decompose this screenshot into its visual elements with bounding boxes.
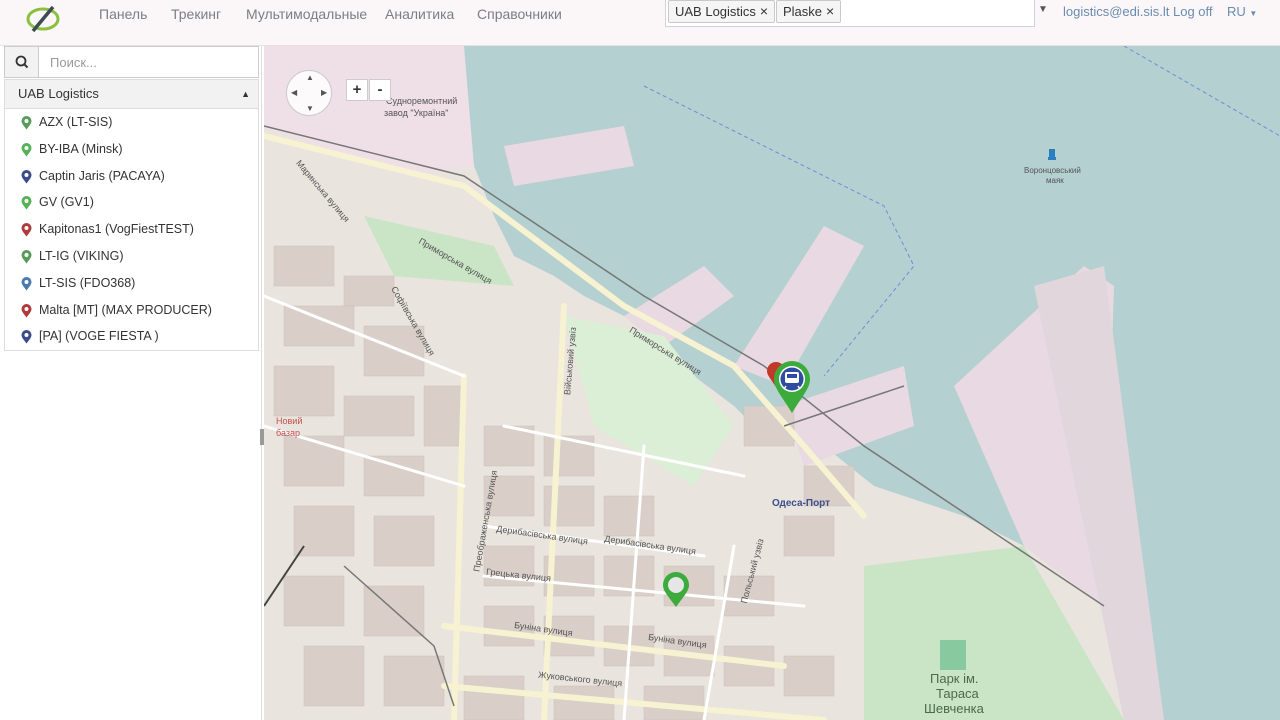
map-label: Парк ім.	[930, 671, 979, 686]
filter-tag: UAB Logistics ×	[668, 0, 776, 23]
nav-multimodal[interactable]: Мультимодальные	[246, 6, 367, 22]
remove-tag-icon[interactable]: ×	[760, 3, 768, 19]
sidebar: UAB Logistics ▲ AZX (LT-SIS) BY-IBA (Mins…	[0, 46, 264, 720]
map-view[interactable]: Судноремонтний завод "Україна" Воронцовс…	[264, 46, 1280, 720]
map-label: Судноремонтний	[386, 96, 458, 106]
map-label: Шевченка	[924, 701, 984, 716]
language-dropdown[interactable]: RU ▼	[1227, 4, 1257, 19]
vehicle-list-item[interactable]: Malta [MT] (MAX PRODUCER)	[5, 297, 258, 324]
pan-right-icon[interactable]: ▶	[321, 88, 327, 97]
search-button[interactable]	[5, 47, 39, 77]
vehicle-list: AZX (LT-SIS) BY-IBA (Minsk) Captin Jaris (…	[4, 109, 259, 352]
filter-tag-label: UAB Logistics	[675, 4, 756, 19]
search-icon	[15, 55, 29, 69]
filter-dropdown-icon[interactable]: ▼	[1038, 4, 1048, 15]
train-marker-icon[interactable]	[772, 360, 812, 414]
map-label: Воронцовський	[1024, 166, 1081, 175]
group-title: UAB Logistics	[18, 86, 99, 101]
pan-control[interactable]: ▲ ▼ ◀ ▶	[286, 70, 332, 116]
group-header[interactable]: UAB Logistics ▲	[4, 79, 259, 109]
map-label: Тараса	[936, 686, 979, 701]
chevron-down-icon: ▼	[1249, 9, 1258, 18]
zoom-in-button[interactable]: +	[346, 79, 368, 101]
search-input[interactable]	[40, 47, 258, 77]
map-label: завод "Україна"	[384, 108, 449, 118]
vehicle-list-item[interactable]: AZX (LT-SIS)	[5, 109, 258, 136]
marker-pin-icon	[21, 276, 32, 291]
marker-pin-icon	[21, 169, 32, 184]
remove-tag-icon[interactable]: ×	[826, 3, 834, 19]
nav-references[interactable]: Справочники	[477, 6, 562, 22]
vehicle-label: [PA] (VOGE FIESTA )	[39, 329, 159, 344]
nav-tracking[interactable]: Трекинг	[171, 6, 221, 22]
search-box	[4, 46, 259, 78]
filter-tag-label: Plaske	[783, 4, 823, 19]
vehicle-label: LT-IG (VIKING)	[39, 248, 124, 263]
marker-pin-icon	[21, 116, 32, 130]
logo-icon[interactable]	[24, 4, 62, 34]
map-label: базар	[276, 428, 300, 438]
zoom-out-button[interactable]: -	[369, 79, 391, 101]
vehicle-label: LT-SIS (FDO368)	[39, 275, 136, 290]
nav-analytics[interactable]: Аналитика	[385, 6, 454, 22]
vehicle-list-item[interactable]: LT-IG (VIKING)	[5, 243, 258, 270]
user-logoff-link[interactable]: logistics@edi.sis.lt Log off	[1063, 4, 1213, 19]
vehicle-label: BY-IBA (Minsk)	[39, 141, 123, 156]
vehicle-label: GV (GV1)	[39, 195, 94, 210]
marker-pin-icon	[21, 142, 32, 157]
marker-pin-icon	[21, 330, 32, 344]
nav-panel[interactable]: Панель	[99, 6, 147, 22]
vehicle-list-item[interactable]: GV (GV1)	[5, 189, 258, 216]
map-label: Одеса-Порт	[772, 498, 831, 509]
vehicle-list-item[interactable]: [PA] (VOGE FIESTA )	[5, 323, 258, 350]
company-filter-input[interactable]: UAB Logistics × Plaske ×	[665, 0, 1035, 27]
lighthouse-icon[interactable]	[1046, 146, 1058, 160]
vehicle-label: Captin Jaris (PACAYA)	[39, 168, 165, 183]
vehicle-label: Malta [MT] (MAX PRODUCER)	[39, 302, 212, 317]
language-label: RU	[1227, 4, 1246, 19]
pan-down-icon[interactable]: ▼	[306, 104, 314, 113]
map-label: Новий	[276, 416, 303, 426]
pan-left-icon[interactable]: ◀	[291, 88, 297, 97]
map-label: маяк	[1046, 176, 1064, 185]
vehicle-list-item[interactable]: LT-SIS (FDO368)	[5, 270, 258, 297]
vehicle-label: AZX (LT-SIS)	[39, 115, 113, 129]
vehicle-list-item[interactable]: BY-IBA (Minsk)	[5, 136, 258, 163]
vehicle-marker-green[interactable]	[662, 572, 690, 608]
filter-tag: Plaske ×	[776, 0, 842, 23]
marker-pin-icon	[21, 196, 32, 210]
vehicle-label: Kapitonas1 (VogFiestTEST)	[39, 222, 194, 237]
vehicle-list-item[interactable]: Kapitonas1 (VogFiestTEST)	[5, 216, 258, 243]
pan-up-icon[interactable]: ▲	[306, 73, 314, 82]
marker-pin-icon	[21, 303, 32, 318]
collapse-icon: ▲	[241, 89, 250, 99]
top-navbar: Панель Трекинг Мультимодальные Аналитика…	[0, 0, 1280, 46]
marker-pin-icon	[21, 223, 32, 237]
marker-pin-icon	[21, 249, 32, 264]
vehicle-list-item[interactable]: Captin Jaris (PACAYA)	[5, 163, 258, 190]
